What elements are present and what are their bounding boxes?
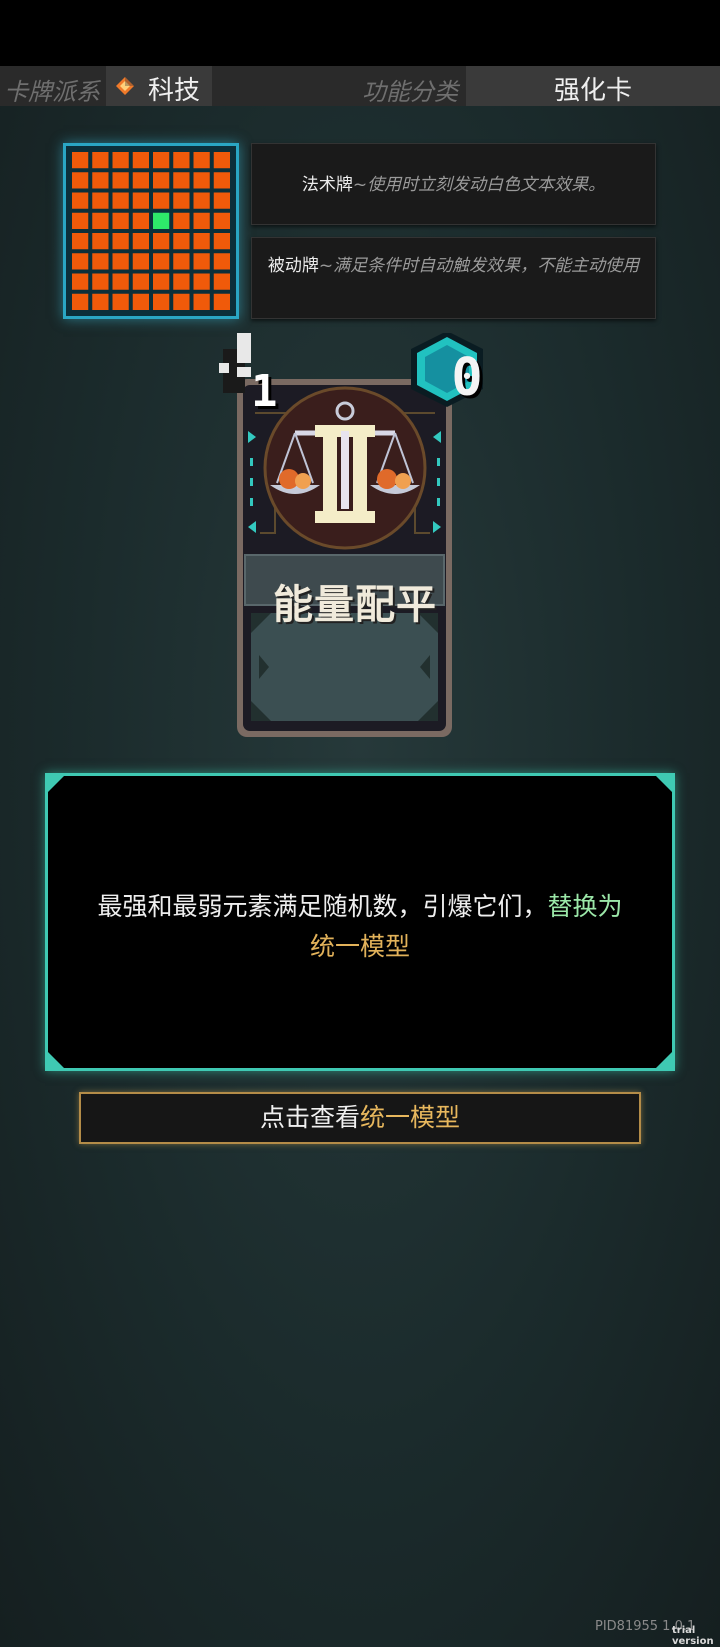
- grid-cell: [173, 192, 190, 209]
- grid-cell: [112, 152, 129, 169]
- grid-cell: [193, 233, 210, 250]
- grid-cell: [173, 152, 190, 169]
- grid-cell: [132, 212, 149, 229]
- grid-cell: [132, 192, 149, 209]
- grid-cell: [213, 233, 230, 250]
- passive-card-name: 被动牌: [267, 256, 319, 276]
- grid-cell: [153, 152, 170, 169]
- view-unified-model-button[interactable]: 点击查看统一模型: [79, 1092, 641, 1144]
- grid-cell: [112, 253, 129, 270]
- grid-cell: [72, 253, 89, 270]
- corner-ornament-icon: [653, 1049, 675, 1071]
- passive-card-desc: ~满足条件时自动触发效果，不能主动使用: [318, 256, 640, 276]
- grid-cell: [92, 233, 109, 250]
- function-selector[interactable]: 强化卡: [466, 66, 720, 106]
- grid-cell: [173, 172, 190, 189]
- description-model-link[interactable]: 统一模型: [310, 932, 410, 961]
- grid-cell: [193, 253, 210, 270]
- grid-cell: [193, 152, 210, 169]
- grid-cell: [153, 233, 170, 250]
- grid-cell: [72, 273, 89, 290]
- grid-cell: [132, 273, 149, 290]
- grid-cell: [153, 273, 170, 290]
- faction-selector[interactable]: 科技: [106, 66, 212, 106]
- category-bar: 卡牌派系 科技 功能分类 强化卡: [0, 66, 720, 106]
- grid-cell: [112, 293, 129, 310]
- grid-cell: [72, 212, 89, 229]
- grid-cell: [92, 293, 109, 310]
- grid-cell: [72, 233, 89, 250]
- top-black-bar: [0, 0, 720, 66]
- grid-cell: [92, 212, 109, 229]
- function-label: 功能分类: [362, 78, 458, 106]
- shape-grid-panel: [63, 143, 239, 319]
- grid-cell: [112, 233, 129, 250]
- grid-cell: [92, 152, 109, 169]
- spell-card-name: 法术牌: [301, 175, 353, 195]
- grid-cell: [112, 212, 129, 229]
- grid-cell: [213, 253, 230, 270]
- grid-cell: [92, 253, 109, 270]
- faction-label: 卡牌派系: [4, 78, 100, 106]
- description-part1: 最强和最弱元素满足随机数，引爆它们，: [97, 892, 548, 921]
- grid-cell: [193, 273, 210, 290]
- grid-cell: [72, 172, 89, 189]
- grid-cell: [213, 293, 230, 310]
- grid-cell: [92, 273, 109, 290]
- grid-cell: [193, 192, 210, 209]
- card-energy: 0: [451, 348, 483, 408]
- card-description: 最强和最弱元素满足随机数，引爆它们，替换为统一模型: [68, 887, 652, 967]
- grid-cell: [193, 172, 210, 189]
- grid-cell: [112, 273, 129, 290]
- grid-cell: [153, 253, 170, 270]
- grid-cell: [92, 172, 109, 189]
- corner-ornament-icon: [45, 1049, 67, 1071]
- grid-cell: [213, 172, 230, 189]
- view-button-prefix: 点击查看: [259, 1103, 360, 1132]
- spell-card-desc: ~使用时立刻发动白色文本效果。: [352, 175, 606, 195]
- faction-value: 科技: [148, 76, 201, 106]
- grid-cell: [92, 192, 109, 209]
- grid-cell: [153, 192, 170, 209]
- corner-ornament-icon: [45, 773, 67, 795]
- grid-cell: [112, 172, 129, 189]
- grid-cell: [193, 293, 210, 310]
- grid-cell: [213, 212, 230, 229]
- grid-cell: [132, 152, 149, 169]
- trial-watermark: trial version: [672, 1625, 714, 1647]
- passive-card-legend: 被动牌~满足条件时自动触发效果，不能主动使用: [251, 237, 656, 319]
- grid-cell-highlight: [153, 212, 170, 229]
- grid-cell: [193, 212, 210, 229]
- card-cost: 1: [251, 366, 278, 417]
- grid-cell: [153, 172, 170, 189]
- spell-card-legend: 法术牌~使用时立刻发动白色文本效果。: [251, 143, 656, 225]
- tech-faction-icon: [116, 77, 134, 95]
- grid-cell: [132, 233, 149, 250]
- card-description-panel: 最强和最弱元素满足随机数，引爆它们，替换为统一模型: [45, 773, 675, 1071]
- grid-cell: [72, 152, 89, 169]
- corner-ornament-icon: [653, 773, 675, 795]
- grid-cell: [213, 273, 230, 290]
- grid-cell: [132, 172, 149, 189]
- grid-cell: [153, 293, 170, 310]
- card-name: 能量配平: [273, 582, 437, 628]
- view-button-highlight: 统一模型: [360, 1103, 461, 1132]
- grid-cell: [213, 192, 230, 209]
- function-value: 强化卡: [553, 76, 632, 106]
- grid-cell: [132, 253, 149, 270]
- grid-cell: [173, 253, 190, 270]
- grid-cell: [112, 192, 129, 209]
- grid-cell: [173, 233, 190, 250]
- grid-cell: [173, 293, 190, 310]
- grid-cell: [72, 293, 89, 310]
- shape-grid: [72, 152, 230, 310]
- grid-cell: [213, 152, 230, 169]
- grid-cell: [173, 212, 190, 229]
- grid-cell: [72, 192, 89, 209]
- grid-cell: [173, 273, 190, 290]
- description-replace-text: 替换为: [547, 892, 623, 921]
- grid-cell: [132, 293, 149, 310]
